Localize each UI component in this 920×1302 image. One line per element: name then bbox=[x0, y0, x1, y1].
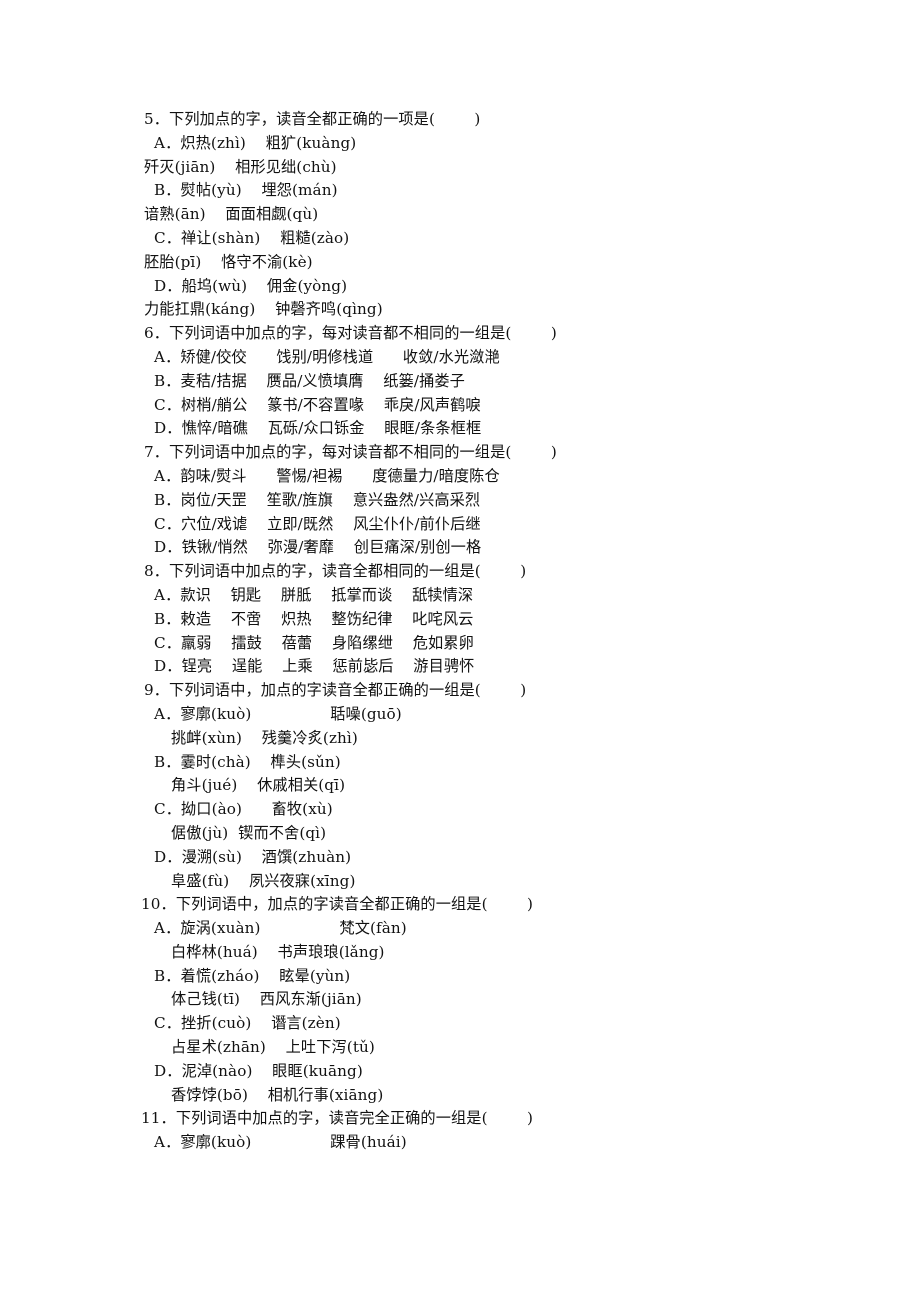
answer-option[interactable]: C．羸弱 擂鼓 蓓蕾 身陷缧绁 危如累卵 bbox=[130, 632, 830, 656]
question-stem: 11．下列词语中加点的字，读音完全正确的一组是( ) bbox=[141, 1109, 534, 1128]
answer-option[interactable]: D．泥淖(nào) 眼眶(kuāng) bbox=[130, 1060, 830, 1084]
answer-option-continuation: 占星术(zhān) 上吐下泻(tǔ) bbox=[171, 1038, 375, 1057]
answer-option[interactable]: D．憔悴/暗礁 瓦砾/众口铄金 眼眶/条条框框 bbox=[130, 417, 830, 441]
question-stem: 8．下列词语中加点的字，读音全都相同的一组是( ) bbox=[144, 562, 527, 581]
answer-option-continuation: 谙熟(ān) 面面相觑(qù) bbox=[144, 205, 319, 224]
answer-option[interactable]: D．铁锹/悄然 弥漫/奢靡 创巨痛深/别创一格 bbox=[130, 536, 830, 560]
answer-option-continuation: 角斗(jué) 休戚相关(qī) bbox=[171, 776, 346, 795]
answer-option[interactable]: A．款识 钥匙 胼胝 抵掌而谈 舐犊情深 bbox=[130, 584, 830, 608]
answer-option-continuation: 挑衅(xùn) 残羹冷炙(zhì) bbox=[171, 728, 358, 747]
answer-option[interactable]: C．挫折(cuò) 谮言(zèn) bbox=[130, 1012, 830, 1036]
answer-option[interactable]: A．炽热(zhì) 粗犷(kuàng) bbox=[130, 132, 830, 156]
answer-option-continuation: 力能扛鼎(káng) 钟磬齐鸣(qìng) bbox=[144, 300, 383, 319]
exam-content-column: 5．下列加点的字，读音全都正确的一项是( ) A．炽热(zhì) 粗犷(kuàng… bbox=[130, 108, 830, 1155]
answer-option[interactable]: A．寥廓(kuò) 踝骨(huái) bbox=[130, 1131, 830, 1155]
answer-option-continuation: 阜盛(fù) 夙兴夜寐(xīng) bbox=[171, 871, 356, 890]
answer-option[interactable]: D．锃亮 逞能 上乘 惩前毖后 游目骋怀 bbox=[130, 655, 830, 679]
question-stem: 7．下列词语中加点的字，每对读音都不相同的一组是( ) bbox=[144, 443, 557, 462]
answer-option[interactable]: C．禅让(shàn) 粗糙(zào) bbox=[130, 227, 830, 251]
answer-option[interactable]: B．岗位/天罡 笙歌/旌旗 意兴盎然/兴高采烈 bbox=[130, 489, 830, 513]
answer-option-continuation: 倨傲(jù) 锲而不舍(qì) bbox=[171, 823, 327, 842]
answer-option[interactable]: D．漫溯(sù) 酒馔(zhuàn) bbox=[130, 846, 830, 870]
answer-option[interactable]: B．着慌(zháo) 眩晕(yùn) bbox=[130, 965, 830, 989]
question-stem: 10．下列词语中，加点的字读音全都正确的一组是( ) bbox=[141, 895, 534, 914]
answer-option[interactable]: B．霎时(chà) 榫头(sǔn) bbox=[130, 751, 830, 775]
answer-option[interactable]: D．船坞(wù) 佣金(yòng) bbox=[130, 275, 830, 299]
document-page: 5．下列加点的字，读音全都正确的一项是( ) A．炽热(zhì) 粗犷(kuàng… bbox=[0, 0, 920, 1302]
answer-option[interactable]: B．敕造 不啻 炽热 整饬纪律 叱咤风云 bbox=[130, 608, 830, 632]
answer-option[interactable]: C．拗口(ào) 畜牧(xù) bbox=[130, 798, 830, 822]
answer-option-continuation: 香饽饽(bō) 相机行事(xiāng) bbox=[171, 1085, 384, 1104]
question-stem: 6．下列词语中加点的字，每对读音都不相同的一组是( ) bbox=[144, 324, 557, 343]
answer-option[interactable]: A．韵味/熨斗 警惕/袒裼 度德量力/暗度陈仓 bbox=[130, 465, 830, 489]
answer-option[interactable]: A．寥廓(kuò) 聒噪(guō) bbox=[130, 703, 830, 727]
answer-option[interactable]: B．麦秸/拮据 赝品/义愤填膺 纸篓/捅娄子 bbox=[130, 370, 830, 394]
answer-option-continuation: 胚胎(pī) 恪守不渝(kè) bbox=[144, 252, 313, 271]
answer-option-continuation: 体己钱(tī) 西风东渐(jiān) bbox=[171, 990, 362, 1009]
question-stem: 9．下列词语中，加点的字读音全都正确的一组是( ) bbox=[144, 681, 527, 700]
answer-option[interactable]: A．矫健/佼佼 饯别/明修栈道 收敛/水光潋滟 bbox=[130, 346, 830, 370]
question-stem: 5．下列加点的字，读音全都正确的一项是( ) bbox=[144, 110, 481, 128]
answer-option[interactable]: C．穴位/戏谑 立即/既然 风尘仆仆/前仆后继 bbox=[130, 513, 830, 537]
answer-option-continuation: 白桦林(huá) 书声琅琅(lǎng) bbox=[171, 942, 385, 961]
answer-option-continuation: 歼灭(jiān) 相形见绌(chù) bbox=[144, 157, 337, 176]
answer-option[interactable]: C．树梢/艄公 篆书/不容置喙 乖戾/风声鹤唳 bbox=[130, 394, 830, 418]
answer-option[interactable]: B．熨帖(yù) 埋怨(mán) bbox=[130, 179, 830, 203]
answer-option[interactable]: A．旋涡(xuàn) 梵文(fàn) bbox=[130, 917, 830, 941]
